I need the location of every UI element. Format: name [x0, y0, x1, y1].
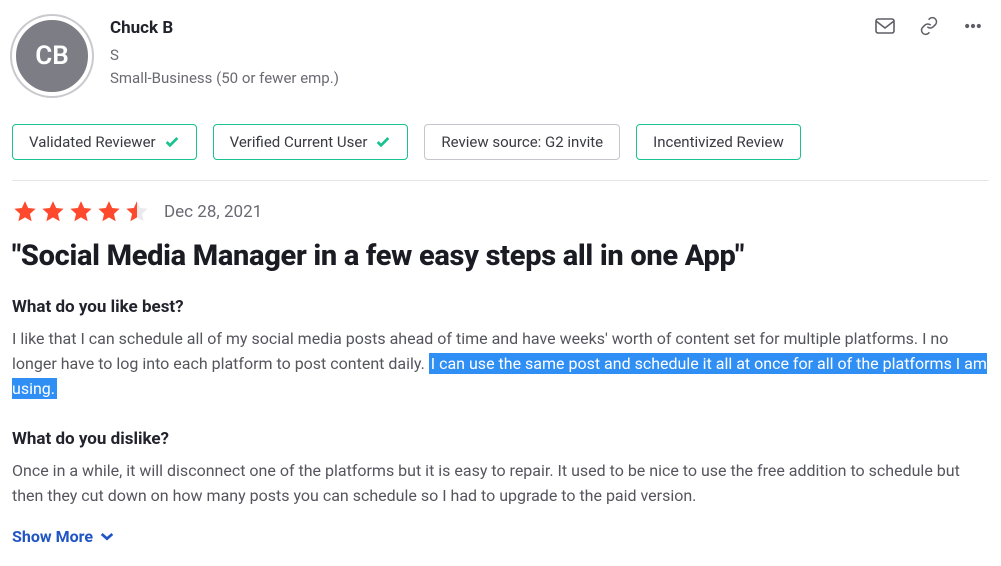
- badge-validated-reviewer[interactable]: Validated Reviewer: [12, 124, 197, 160]
- mail-icon[interactable]: [875, 16, 895, 36]
- user-meta: Chuck B S Small-Business (50 or fewer em…: [110, 12, 875, 89]
- check-icon: [164, 134, 180, 150]
- answer-dislike: Once in a while, it will disconnect one …: [12, 459, 989, 509]
- star-icon-full: [68, 199, 94, 225]
- user-name[interactable]: Chuck B: [110, 18, 875, 38]
- star-icon-full: [40, 199, 66, 225]
- badge-label: Review source: G2 invite: [441, 133, 603, 151]
- badge-label: Verified Current User: [230, 133, 368, 151]
- review-title: "Social Media Manager in a few easy step…: [12, 239, 989, 273]
- badge-incentivized[interactable]: Incentivized Review: [636, 124, 801, 160]
- check-icon: [375, 134, 391, 150]
- chevron-down-icon: [99, 528, 115, 544]
- avatar: CB: [12, 16, 92, 96]
- star-icon-full: [96, 199, 122, 225]
- star-rating: [12, 199, 150, 225]
- badge-review-source[interactable]: Review source: G2 invite: [424, 124, 620, 160]
- user-company-size: Small-Business (50 or fewer emp.): [110, 67, 875, 90]
- review-date: Dec 28, 2021: [164, 202, 262, 222]
- badges-row: Validated Reviewer Verified Current User…: [12, 124, 989, 160]
- rating-row: Dec 28, 2021: [12, 199, 989, 225]
- answer-like-best: I like that I can schedule all of my soc…: [12, 327, 989, 401]
- divider: [12, 180, 989, 181]
- user-title-line: S: [110, 44, 875, 67]
- review-actions: [875, 12, 989, 36]
- badge-label: Validated Reviewer: [29, 133, 156, 151]
- question-like-best: What do you like best? I like that I can…: [12, 297, 989, 401]
- more-icon[interactable]: [963, 16, 983, 36]
- show-more-button[interactable]: Show More: [12, 527, 115, 546]
- question-heading: What do you like best?: [12, 297, 989, 317]
- link-icon[interactable]: [919, 16, 939, 36]
- badge-label: Incentivized Review: [653, 133, 784, 151]
- star-icon-full: [12, 199, 38, 225]
- question-dislike: What do you dislike? Once in a while, it…: [12, 429, 989, 509]
- badge-verified-user[interactable]: Verified Current User: [213, 124, 409, 160]
- avatar-initials: CB: [35, 41, 69, 71]
- question-heading: What do you dislike?: [12, 429, 989, 449]
- review-header: CB Chuck B S Small-Business (50 or fewer…: [12, 12, 989, 96]
- star-icon-half: [124, 199, 150, 225]
- show-more-label: Show More: [12, 527, 93, 546]
